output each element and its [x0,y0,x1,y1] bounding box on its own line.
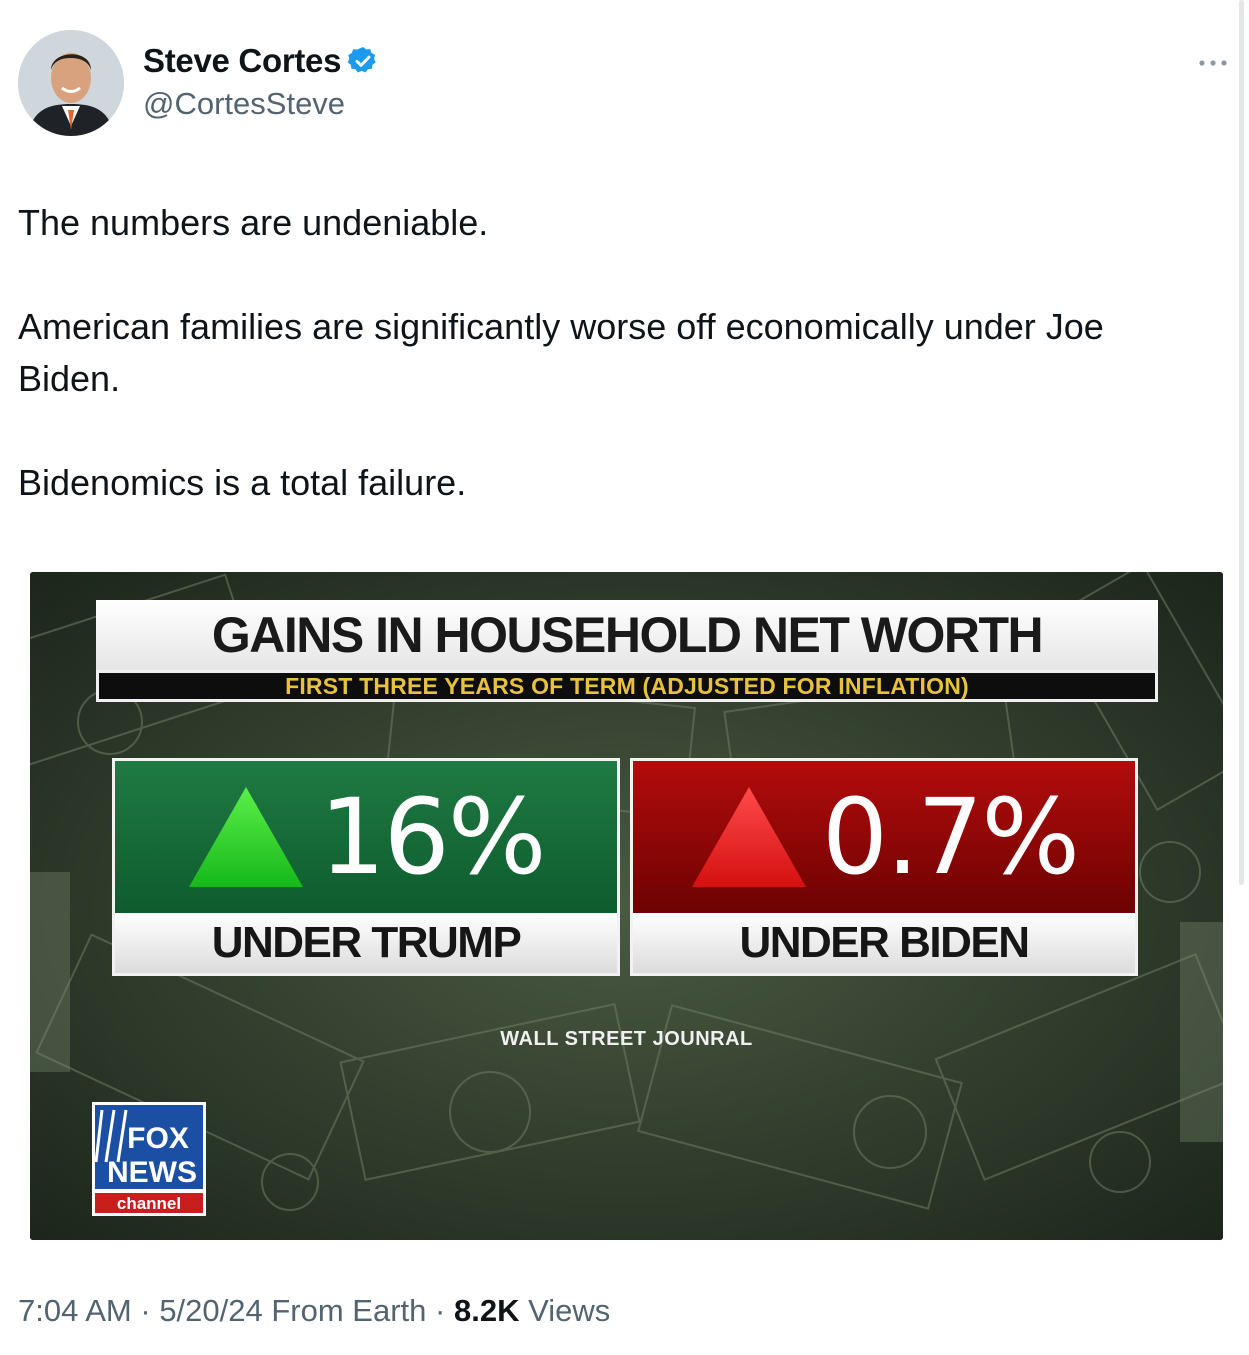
stat-value: 0.7% [821,776,1080,898]
up-triangle-green-icon [189,787,304,887]
tweet-paragraph: American families are significantly wors… [18,306,1104,399]
more-options-icon[interactable] [1196,46,1230,80]
views-label: Views [528,1293,611,1328]
stat-label-box: UNDER BIDEN [633,913,1135,973]
fox-news-logo: FOX NEWS channel [92,1102,206,1216]
tweet-paragraph: The numbers are undeniable. [18,202,489,243]
stat-panel-biden: 0.7% UNDER BIDEN [630,758,1138,976]
graphic-title-bar: GAINS IN HOUSEHOLD NET WORTH [96,600,1158,670]
tweet-source: From Earth [271,1293,427,1328]
avatar[interactable] [18,30,124,136]
graphic-subtitle-bar: FIRST THREE YEARS OF TERM (ADJUSTED FOR … [96,670,1158,702]
verified-badge-icon [347,45,379,77]
stat-label-box: UNDER TRUMP [115,913,617,973]
user-handle[interactable]: @CortesSteve [143,86,345,122]
tweet-text: The numbers are undeniable. American fam… [18,197,1208,509]
stat-label: UNDER BIDEN [739,918,1030,967]
logo-text: channel [117,1194,181,1213]
tweet-date[interactable]: 5/20/24 [159,1293,262,1328]
tweet-time[interactable]: 7:04 AM [18,1293,132,1328]
display-name[interactable]: Steve Cortes [143,42,341,80]
stat-panel-trump: 16% UNDER TRUMP [112,758,620,976]
tweet-paragraph: Bidenomics is a total failure. [18,462,467,503]
profile-photo [18,30,124,136]
graphic-source: WALL STREET JOUNRAL [500,1028,753,1050]
logo-text: NEWS [107,1156,197,1189]
graphic-title: GAINS IN HOUSEHOLD NET WORTH [211,607,1044,663]
tweet-media-image[interactable]: GAINS IN HOUSEHOLD NET WORTH FIRST THREE… [30,572,1223,1240]
scrollbar[interactable] [1239,0,1244,885]
tweet-meta: 7:04 AM · 5/20/24 From Earth · 8.2K View… [18,1293,611,1328]
views-count[interactable]: 8.2K [454,1293,519,1328]
up-triangle-red-icon [691,787,806,887]
logo-text: FOX [127,1122,189,1155]
stat-label: UNDER TRUMP [211,918,522,967]
stat-value-box: 0.7% [633,761,1135,913]
stat-value-box: 16% [115,761,617,913]
graphic-subtitle: FIRST THREE YEARS OF TERM (ADJUSTED FOR … [285,672,969,699]
stat-value: 16% [319,776,546,898]
